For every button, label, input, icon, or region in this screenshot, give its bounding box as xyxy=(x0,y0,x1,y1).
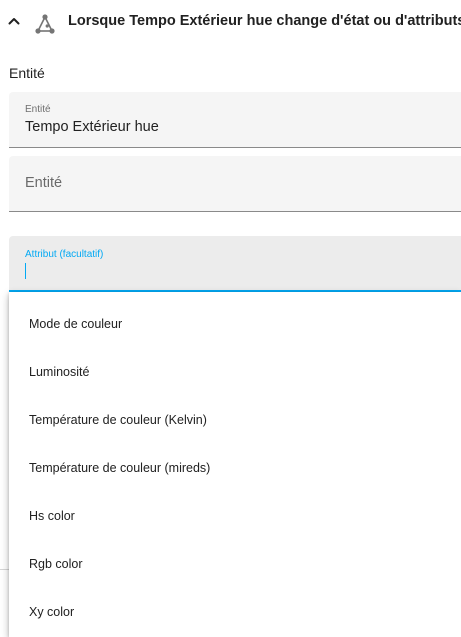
entity-field-value: Tempo Extérieur hue xyxy=(25,119,159,135)
option-brightness[interactable]: Luminosité xyxy=(9,348,461,396)
option-xy-color[interactable]: Xy color xyxy=(9,588,461,636)
option-color-mode[interactable]: Mode de couleur xyxy=(9,300,461,348)
entity-field-label: Entité xyxy=(25,104,51,115)
trigger-title: Lorsque Tempo Extérieur hue change d'éta… xyxy=(68,13,461,29)
state-trigger-icon xyxy=(35,14,55,34)
attribute-input[interactable]: Attribut (facultatif) xyxy=(9,236,461,292)
entity-empty-label: Entité xyxy=(25,175,63,191)
entity-section-label: Entité xyxy=(9,65,45,81)
option-color-temp-kelvin[interactable]: Température de couleur (Kelvin) xyxy=(9,396,461,444)
entity-field-selected[interactable]: Entité Tempo Extérieur hue xyxy=(9,92,461,148)
option-rgb-color[interactable]: Rgb color xyxy=(9,540,461,588)
attribute-options-list[interactable]: Mode de couleur Luminosité Température d… xyxy=(9,292,461,637)
text-cursor xyxy=(25,263,26,279)
option-color-temp-mireds[interactable]: Température de couleur (mireds) xyxy=(9,444,461,492)
attribute-field-label: Attribut (facultatif) xyxy=(25,249,104,260)
chevron-up-icon[interactable] xyxy=(6,13,22,29)
trigger-header[interactable]: Lorsque Tempo Extérieur hue change d'éta… xyxy=(0,0,461,44)
option-hs-color[interactable]: Hs color xyxy=(9,492,461,540)
divider xyxy=(0,569,9,570)
entity-field-empty[interactable]: Entité xyxy=(9,156,461,212)
